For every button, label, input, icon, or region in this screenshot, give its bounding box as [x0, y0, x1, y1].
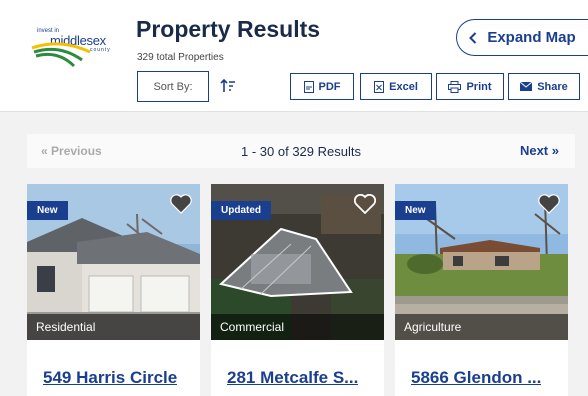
pdf-button[interactable]: PDF	[290, 73, 354, 100]
header: invest in middlesex county Property Resu…	[0, 0, 588, 112]
excel-file-icon	[374, 80, 385, 93]
property-address-link[interactable]: 5866 Glendon ...	[411, 368, 541, 388]
total-count: 329 total Properties	[137, 52, 224, 63]
sort-by-label: Sort By:	[153, 80, 193, 93]
page-title: Property Results	[136, 16, 321, 42]
results-count: 1 - 30 of 329 Results	[241, 144, 361, 159]
share-button[interactable]: Share	[508, 73, 580, 100]
expand-map-label: Expand Map	[487, 29, 576, 46]
status-badge: Updated	[211, 201, 271, 220]
print-button[interactable]: Print	[436, 73, 504, 100]
favorite-heart-icon[interactable]	[354, 194, 376, 214]
next-label: Next	[519, 143, 549, 158]
share-label: Share	[537, 80, 568, 93]
property-type: Commercial	[211, 314, 384, 340]
print-label: Print	[466, 80, 492, 93]
sort-order-icon[interactable]	[220, 78, 236, 94]
favorite-heart-icon[interactable]	[538, 194, 560, 214]
double-chevron-right-icon: »	[551, 143, 559, 158]
logo-swoosh-icon	[31, 42, 91, 68]
status-badge: New	[395, 201, 436, 220]
logo[interactable]: invest in middlesex county	[30, 24, 114, 74]
property-photo[interactable]: Updated Commercial	[211, 184, 384, 340]
expand-map-button[interactable]: Expand Map	[456, 19, 588, 56]
excel-label: Excel	[389, 80, 418, 93]
pdf-file-icon	[303, 80, 314, 93]
property-type: Residential	[27, 314, 200, 340]
property-address-link[interactable]: 549 Harris Circle	[43, 368, 177, 388]
property-address-link[interactable]: 281 Metcalfe S...	[227, 368, 358, 388]
envelope-icon	[520, 82, 533, 91]
property-card[interactable]: New Residential 549 Harris Circle	[27, 184, 200, 396]
sort-by-button[interactable]: Sort By:	[137, 71, 209, 102]
pdf-label: PDF	[318, 80, 341, 93]
pagination-bar: « Previous 1 - 30 of 329 Results Next »	[27, 134, 575, 168]
property-type: Agriculture	[395, 314, 568, 340]
property-photo[interactable]: New Residential	[27, 184, 200, 340]
property-card[interactable]: New Agriculture 5866 Glendon ...	[395, 184, 568, 396]
favorite-heart-icon[interactable]	[170, 194, 192, 214]
status-badge: New	[27, 201, 68, 220]
printer-icon	[448, 80, 462, 93]
property-photo[interactable]: New Agriculture	[395, 184, 568, 340]
next-button[interactable]: Next »	[520, 143, 559, 158]
chevron-left-icon	[469, 31, 477, 44]
property-card[interactable]: Updated Commercial 281 Metcalfe S...	[211, 184, 384, 396]
excel-button[interactable]: Excel	[360, 73, 432, 100]
